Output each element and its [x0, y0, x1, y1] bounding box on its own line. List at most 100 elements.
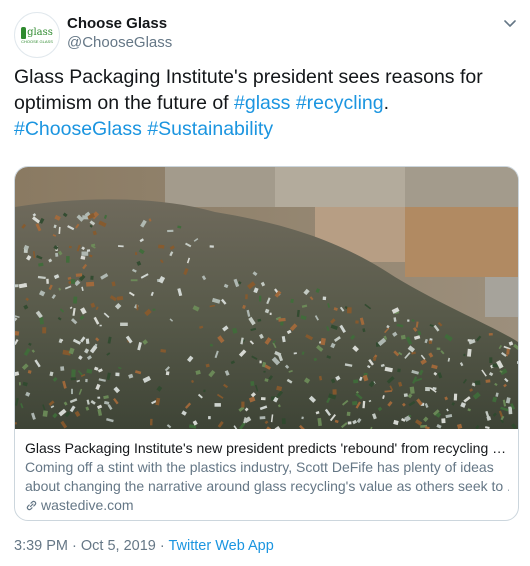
glass-shard — [208, 416, 211, 420]
more-options-button[interactable] — [499, 12, 521, 34]
glass-shard — [346, 307, 352, 314]
card-description-line: about changing the narrative around glas… — [25, 478, 509, 494]
glass-shard — [42, 327, 47, 334]
logo-text: glass — [27, 26, 53, 38]
link-card[interactable]: Glass Packaging Institute's new presiden… — [14, 166, 519, 521]
hashtag-chooseglass[interactable]: #ChooseGlass — [14, 118, 142, 140]
glass-shard — [136, 304, 139, 311]
glass-shard — [353, 379, 359, 384]
glass-shard — [60, 366, 65, 371]
glass-shard — [214, 403, 221, 407]
glass-shard — [85, 378, 88, 383]
glass-shard — [403, 393, 408, 397]
glass-shard — [259, 360, 262, 364]
avatar[interactable]: glass CHOOSE GLASS — [14, 12, 60, 58]
glass-shard — [293, 352, 297, 355]
glass-shard — [71, 369, 76, 378]
choose-glass-logo: glass — [21, 26, 53, 39]
glass-shard — [46, 278, 49, 284]
glass-shard — [90, 275, 94, 280]
glass-shard — [506, 348, 510, 355]
glass-shard — [281, 418, 286, 425]
card-domain-text: wastedive.com — [41, 497, 134, 513]
glass-shard — [209, 245, 214, 248]
glass-shard — [85, 338, 90, 345]
tweet-time[interactable]: 3:39 PM — [14, 538, 68, 554]
glass-shard — [428, 340, 433, 345]
card-title[interactable]: Glass Packaging Institute's new presiden… — [25, 439, 509, 458]
glass-shard — [407, 319, 410, 322]
tweet-meta: 3:39 PM · Oct 5, 2019 · Twitter Web App — [14, 538, 274, 554]
glass-shard — [263, 370, 266, 373]
tweet-source[interactable]: Twitter Web App — [168, 538, 273, 554]
glass-shard — [152, 308, 156, 311]
glass-shard — [485, 379, 491, 383]
glass-shard — [120, 322, 128, 326]
glass-shard — [489, 357, 493, 364]
glass-pile-photo — [15, 167, 518, 429]
glass-shard — [352, 401, 358, 406]
tweet-period: . — [383, 92, 390, 114]
glass-shard — [425, 386, 430, 392]
glass-shard — [65, 255, 70, 263]
glass-shard — [250, 381, 255, 386]
glass-shard — [269, 312, 272, 316]
tweet-text: Glass Packaging Institute's president se… — [14, 64, 519, 142]
glass-shard — [158, 244, 165, 249]
glass-shard — [260, 397, 266, 401]
glass-shard — [347, 421, 352, 425]
glass-shard — [15, 331, 20, 336]
glass-shard — [70, 279, 76, 284]
glass-shard — [346, 411, 351, 417]
glass-shard — [259, 416, 266, 420]
glass-shard — [86, 281, 95, 287]
author-handle[interactable]: @ChooseGlass — [67, 34, 172, 51]
glass-shard — [71, 388, 73, 395]
logo-subtext: CHOOSE GLASS — [21, 38, 53, 44]
glass-shard — [15, 284, 19, 288]
card-description-line: Coming off a stint with the plastics ind… — [25, 459, 494, 475]
hashtag-glass[interactable]: #glass — [234, 92, 290, 114]
bottle-icon — [21, 26, 27, 39]
meta-separator: · — [68, 538, 81, 554]
glass-shard — [203, 389, 206, 393]
glass-shard — [130, 279, 138, 282]
glass-shard — [332, 389, 337, 395]
glass-shard — [42, 410, 48, 417]
glass-shard — [474, 380, 481, 386]
glass-shard — [467, 348, 472, 357]
glass-shard — [400, 334, 406, 340]
glass-shard — [75, 273, 83, 277]
glass-shard — [18, 382, 21, 386]
author-name[interactable]: Choose Glass — [67, 15, 167, 32]
glass-shard — [301, 416, 304, 420]
glass-shard — [86, 249, 91, 252]
glass-shard — [259, 295, 262, 302]
chevron-down-icon — [504, 20, 516, 27]
glass-shard — [81, 251, 89, 256]
glass-shard — [97, 396, 101, 399]
tweet-date[interactable]: Oct 5, 2019 — [81, 538, 156, 554]
glass-shard — [397, 368, 401, 373]
glass-shard — [70, 377, 77, 381]
glass-shard — [99, 324, 102, 327]
glass-shard — [241, 401, 245, 408]
card-domain[interactable]: wastedive.com — [25, 496, 134, 515]
glass-shard — [280, 321, 284, 326]
glass-shard — [115, 372, 120, 377]
glass-shard — [149, 418, 153, 426]
glass-shard — [441, 418, 446, 424]
meta-separator: · — [155, 538, 169, 554]
link-icon — [26, 500, 37, 511]
glass-shard — [73, 296, 78, 304]
glass-shard — [245, 294, 248, 300]
glass-shard — [55, 252, 59, 257]
glass-shard — [165, 371, 170, 376]
hashtag-recycling[interactable]: #recycling — [296, 92, 384, 114]
hashtag-sustainability[interactable]: #Sustainability — [147, 118, 273, 140]
glass-shard — [453, 393, 458, 401]
glass-shard — [488, 333, 493, 336]
glass-shard — [167, 229, 174, 233]
glass-shard — [508, 406, 513, 415]
card-description: Coming off a stint with the plastics ind… — [25, 458, 509, 496]
